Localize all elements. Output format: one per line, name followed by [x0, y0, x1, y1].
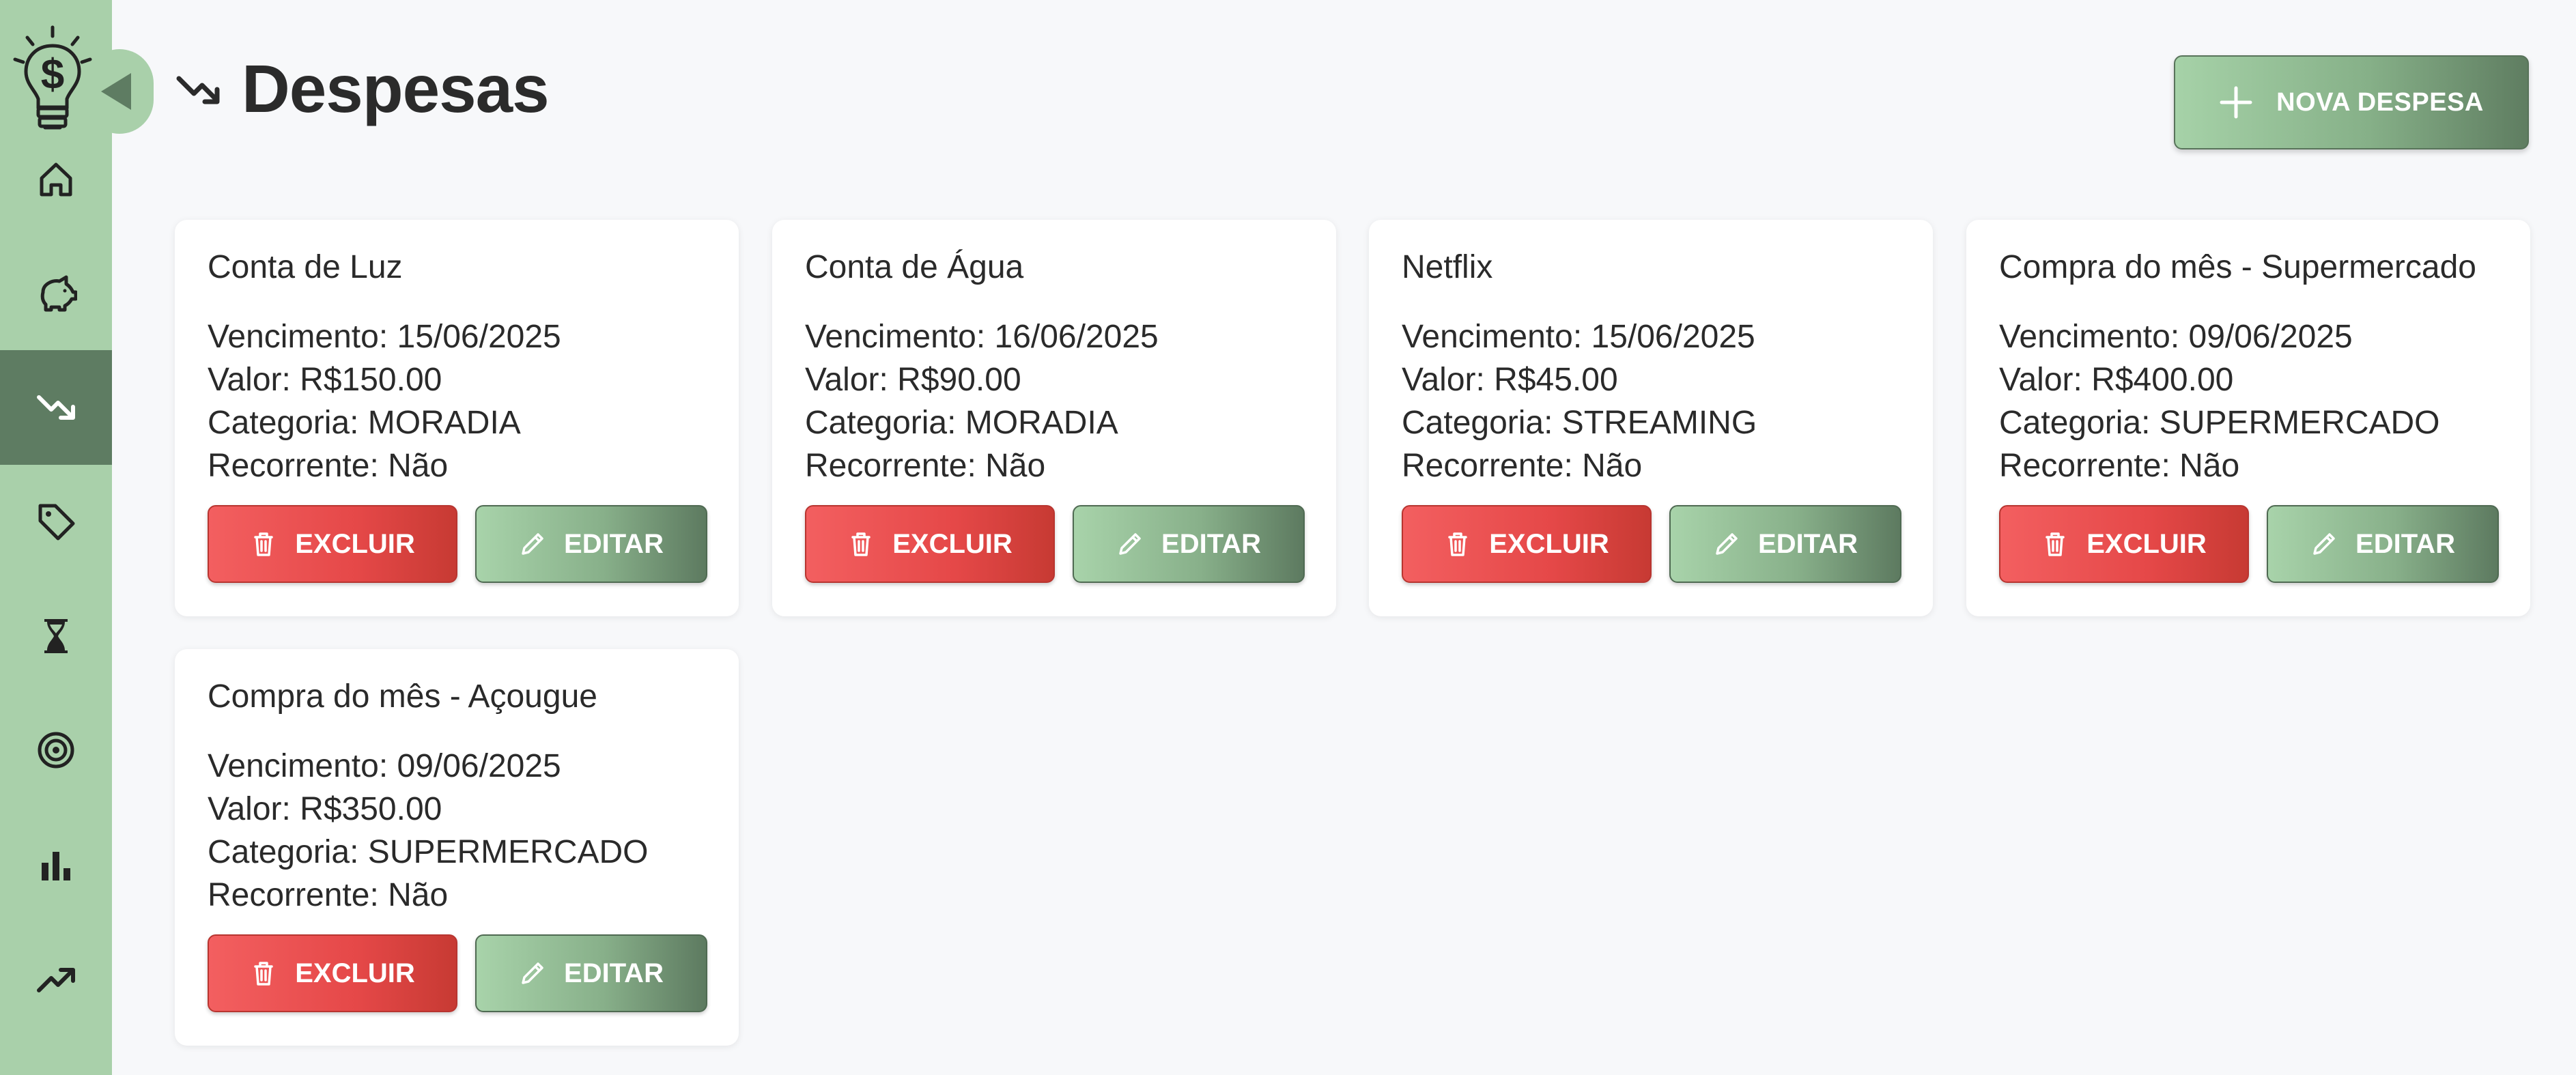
- delete-button-label: EXCLUIR: [295, 528, 415, 559]
- expense-card: Compra do mês - Açougue Vencimento: 09/06…: [175, 649, 739, 1046]
- trending-up-icon: [37, 968, 75, 992]
- tag-icon: [38, 504, 75, 541]
- trash-icon: [1448, 532, 1467, 556]
- expense-card: Netflix Vencimento: 15/06/2025 Valor: R$45…: [1369, 220, 1933, 616]
- edit-button[interactable]: EDITAR: [1669, 505, 1901, 583]
- expense-title: Compra do mês - Supermercado: [1999, 249, 2476, 285]
- expense-due-date: Vencimento: 09/06/2025: [208, 748, 561, 784]
- plus-icon: [2220, 86, 2252, 119]
- pencil-icon: [2313, 533, 2335, 555]
- edit-button-label: EDITAR: [1161, 528, 1261, 559]
- triangle-left-icon: [101, 73, 131, 110]
- sidebar-item-tag[interactable]: [0, 464, 112, 579]
- expense-due-date: Vencimento: 16/06/2025: [805, 319, 1159, 355]
- page-header: Despesas: [176, 48, 550, 130]
- hourglass-icon: [44, 619, 68, 653]
- delete-button-label: EXCLUIR: [1489, 528, 1609, 559]
- expense-recurring: Recorrente: Não: [208, 448, 449, 484]
- piggy-bank-icon: [40, 275, 77, 312]
- page-title: Despesas: [242, 51, 550, 126]
- trash-icon: [851, 532, 871, 556]
- pencil-icon: [522, 533, 543, 555]
- delete-button[interactable]: EXCLUIR: [1402, 505, 1652, 583]
- expense-recurring: Recorrente: Não: [208, 877, 449, 913]
- trending-down-icon: [37, 395, 75, 420]
- sidebar-item-bar-chart[interactable]: [0, 807, 112, 922]
- expense-recurring: Recorrente: Não: [1999, 448, 2240, 484]
- trash-icon: [2046, 532, 2065, 556]
- delete-button-label: EXCLUIR: [295, 958, 415, 988]
- new-expense-button[interactable]: NOVA DESPESA: [2174, 55, 2529, 149]
- edit-button[interactable]: EDITAR: [475, 934, 707, 1012]
- expense-title: Conta de Luz: [208, 249, 403, 285]
- pencil-icon: [522, 962, 543, 984]
- edit-button-label: EDITAR: [564, 528, 664, 559]
- expense-card: Conta de Água Vencimento: 16/06/2025 Valor…: [772, 220, 1336, 616]
- delete-button[interactable]: EXCLUIR: [208, 934, 457, 1012]
- sidebar-item-hourglass[interactable]: [0, 579, 112, 693]
- pencil-icon: [1119, 533, 1141, 555]
- trash-icon: [254, 962, 273, 986]
- expense-value: Valor: R$400.00: [1999, 362, 2234, 398]
- edit-button-label: EDITAR: [2355, 528, 2455, 559]
- trash-icon: [254, 532, 273, 556]
- trending-down-icon: [176, 76, 220, 104]
- expense-value: Valor: R$90.00: [805, 362, 1021, 398]
- home-icon: [40, 162, 72, 197]
- expense-due-date: Vencimento: 15/06/2025: [1402, 319, 1755, 355]
- delete-button[interactable]: EXCLUIR: [1999, 505, 2249, 583]
- expense-title: Conta de Água: [805, 249, 1024, 285]
- expense-category: Categoria: MORADIA: [805, 405, 1118, 441]
- expense-due-date: Vencimento: 09/06/2025: [1999, 319, 2353, 355]
- expense-category: Categoria: STREAMING: [1402, 405, 1757, 441]
- bar-chart-icon: [42, 852, 70, 880]
- expense-recurring: Recorrente: Não: [805, 448, 1046, 484]
- expense-title: Compra do mês - Açougue: [208, 678, 597, 715]
- new-expense-button-label: NOVA DESPESA: [2276, 87, 2484, 117]
- edit-button-label: EDITAR: [1758, 528, 1858, 559]
- expense-category: Categoria: SUPERMERCADO: [208, 834, 649, 870]
- expense-card: Compra do mês - Supermercado Vencimento: …: [1966, 220, 2530, 616]
- delete-button[interactable]: EXCLUIR: [208, 505, 457, 583]
- expense-due-date: Vencimento: 15/06/2025: [208, 319, 561, 355]
- pencil-icon: [1716, 533, 1738, 555]
- expense-card: Conta de Luz Vencimento: 15/06/2025 Valor:…: [175, 220, 739, 616]
- sidebar-item-trending-up[interactable]: [0, 921, 112, 1036]
- expense-value: Valor: R$150.00: [208, 362, 442, 398]
- svg-text:$: $: [41, 51, 64, 98]
- expense-recurring: Recorrente: Não: [1402, 448, 1643, 484]
- expense-category: Categoria: MORADIA: [208, 405, 521, 441]
- sidebar-item-home[interactable]: [0, 121, 112, 236]
- sidebar-item-target[interactable]: [0, 693, 112, 807]
- expense-value: Valor: R$350.00: [208, 791, 442, 827]
- edit-button[interactable]: EDITAR: [2267, 505, 2499, 583]
- target-icon: [38, 732, 74, 769]
- sidebar-item-piggy-bank[interactable]: [0, 235, 112, 350]
- edit-button-label: EDITAR: [564, 958, 664, 988]
- delete-button[interactable]: EXCLUIR: [805, 505, 1055, 583]
- expense-value: Valor: R$45.00: [1402, 362, 1618, 398]
- sidebar-item-trending-down[interactable]: [0, 350, 112, 465]
- delete-button-label: EXCLUIR: [892, 528, 1013, 559]
- delete-button-label: EXCLUIR: [2086, 528, 2207, 559]
- edit-button[interactable]: EDITAR: [1073, 505, 1305, 583]
- expense-title: Netflix: [1402, 249, 1493, 285]
- expense-category: Categoria: SUPERMERCADO: [1999, 405, 2440, 441]
- edit-button[interactable]: EDITAR: [475, 505, 707, 583]
